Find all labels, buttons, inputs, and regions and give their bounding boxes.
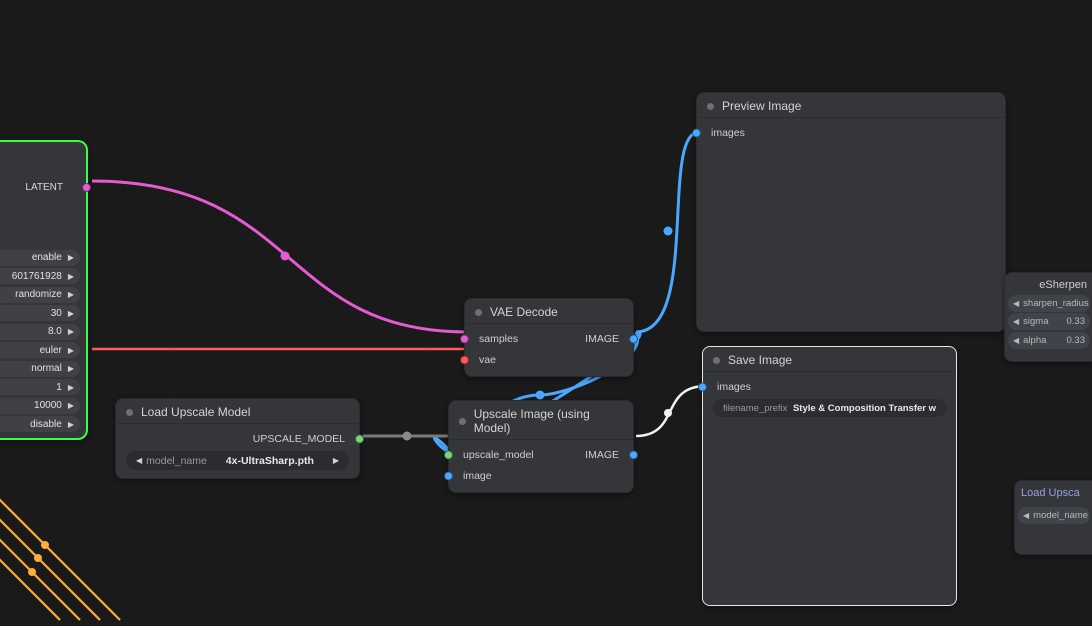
node-title[interactable]: Preview Image: [697, 93, 1005, 118]
ksampler-param-4[interactable]: 8.0▶: [0, 324, 80, 340]
images-input[interactable]: images: [707, 124, 995, 141]
chevron-right-icon: ▶: [68, 420, 74, 429]
image-port[interactable]: [629, 450, 638, 459]
chevron-right-icon: ▶: [68, 253, 74, 262]
node-title[interactable]: VAE Decode: [465, 299, 633, 324]
upscale-model-port[interactable]: [355, 434, 364, 443]
image-port[interactable]: [444, 471, 453, 480]
ksampler-param-7[interactable]: 1▶: [0, 379, 80, 395]
latent-output-slot[interactable]: LATENT: [25, 182, 78, 193]
chevron-left-icon: ◀: [136, 456, 142, 465]
ksampler-param-1[interactable]: 601761928▶: [0, 268, 80, 284]
ksampler-param-8[interactable]: 10000▶: [0, 398, 80, 414]
node-title[interactable]: Load Upscale Model: [116, 399, 359, 424]
chevron-left-icon: ◀: [1023, 511, 1029, 520]
ksampler-param-3[interactable]: 30▶: [0, 305, 80, 321]
sharpen-param-1[interactable]: ◀sigma0.33: [1008, 313, 1090, 330]
chevron-right-icon: ▶: [68, 272, 74, 281]
ksampler-param-2[interactable]: randomize▶: [0, 287, 80, 303]
upscale-image-node[interactable]: Upscale Image (using Model) upscale_mode…: [448, 400, 634, 493]
vae-port[interactable]: [460, 355, 469, 364]
chevron-right-icon: ▶: [333, 456, 339, 465]
filename-prefix-widget[interactable]: filename_prefix Style & Composition Tran…: [713, 399, 946, 417]
images-port[interactable]: [692, 128, 701, 137]
load-upscale-model-node[interactable]: Load Upscale Model UPSCALE_MODEL ◀ model…: [115, 398, 360, 479]
collapse-dot-icon[interactable]: [126, 409, 133, 416]
chevron-right-icon: ▶: [68, 309, 74, 318]
upscale-model-port[interactable]: [444, 450, 453, 459]
ksampler-param-9[interactable]: disable▶: [0, 416, 80, 432]
model-name-widget[interactable]: ◀ model_name: [1018, 507, 1090, 524]
ksampler-param-5[interactable]: euler▶: [0, 342, 80, 358]
collapse-dot-icon[interactable]: [475, 309, 482, 316]
image-output[interactable]: IMAGE: [541, 446, 623, 463]
node-title: eSherpen: [1005, 273, 1092, 293]
chevron-right-icon: ▶: [68, 346, 74, 355]
ksampler-node[interactable]: LATENT enable▶ 601761928▶ randomize▶ 30▶ 8.0…: [0, 140, 88, 440]
images-port[interactable]: [698, 382, 707, 391]
image-output[interactable]: IMAGE: [549, 330, 623, 347]
collapse-dot-icon[interactable]: [459, 418, 466, 425]
sharpen-param-0[interactable]: ◀sharpen_radius: [1008, 295, 1090, 312]
node-title[interactable]: Save Image: [703, 347, 956, 372]
chevron-right-icon: ▶: [68, 327, 74, 336]
latent-port[interactable]: [82, 183, 91, 192]
collapse-dot-icon[interactable]: [713, 357, 720, 364]
save-image-node[interactable]: Save Image images filename_prefix Style …: [702, 346, 957, 606]
chevron-right-icon: ▶: [68, 290, 74, 299]
chevron-left-icon: ◀: [1013, 299, 1019, 308]
samples-input[interactable]: samples: [475, 330, 549, 347]
preview-image-node[interactable]: Preview Image images: [696, 92, 1006, 332]
sharpen-node[interactable]: eSherpen ◀sharpen_radius◀sigma0.33 ◀alpha…: [1004, 272, 1092, 362]
ksampler-param-6[interactable]: normal▶: [0, 361, 80, 377]
node-title[interactable]: Upscale Image (using Model): [449, 401, 633, 440]
samples-port[interactable]: [460, 334, 469, 343]
sharpen-param-2[interactable]: ◀alpha0.33: [1008, 332, 1090, 349]
upscale-model-output[interactable]: UPSCALE_MODEL: [126, 430, 349, 447]
model-name-widget[interactable]: ◀ model_name 4x-UltraSharp.pth ▶: [126, 451, 349, 470]
chevron-right-icon: ▶: [68, 401, 74, 410]
image-input[interactable]: image: [459, 467, 623, 484]
load-upscale-node-2[interactable]: Load Upsca ◀ model_name: [1014, 480, 1092, 555]
images-input[interactable]: images: [713, 378, 946, 395]
collapse-dot-icon[interactable]: [707, 103, 714, 110]
node-title: Load Upsca: [1015, 481, 1092, 503]
upscale-model-input[interactable]: upscale_model: [459, 446, 541, 463]
chevron-right-icon: ▶: [68, 383, 74, 392]
chevron-left-icon: ◀: [1013, 336, 1019, 345]
latent-label: LATENT: [25, 182, 63, 193]
image-port[interactable]: [629, 334, 638, 343]
vae-input[interactable]: vae: [475, 351, 623, 368]
chevron-right-icon: ▶: [68, 364, 74, 373]
ksampler-param-0[interactable]: enable▶: [0, 250, 80, 266]
vae-decode-node[interactable]: VAE Decode samples IMAGE vae: [464, 298, 634, 377]
chevron-left-icon: ◀: [1013, 317, 1019, 326]
